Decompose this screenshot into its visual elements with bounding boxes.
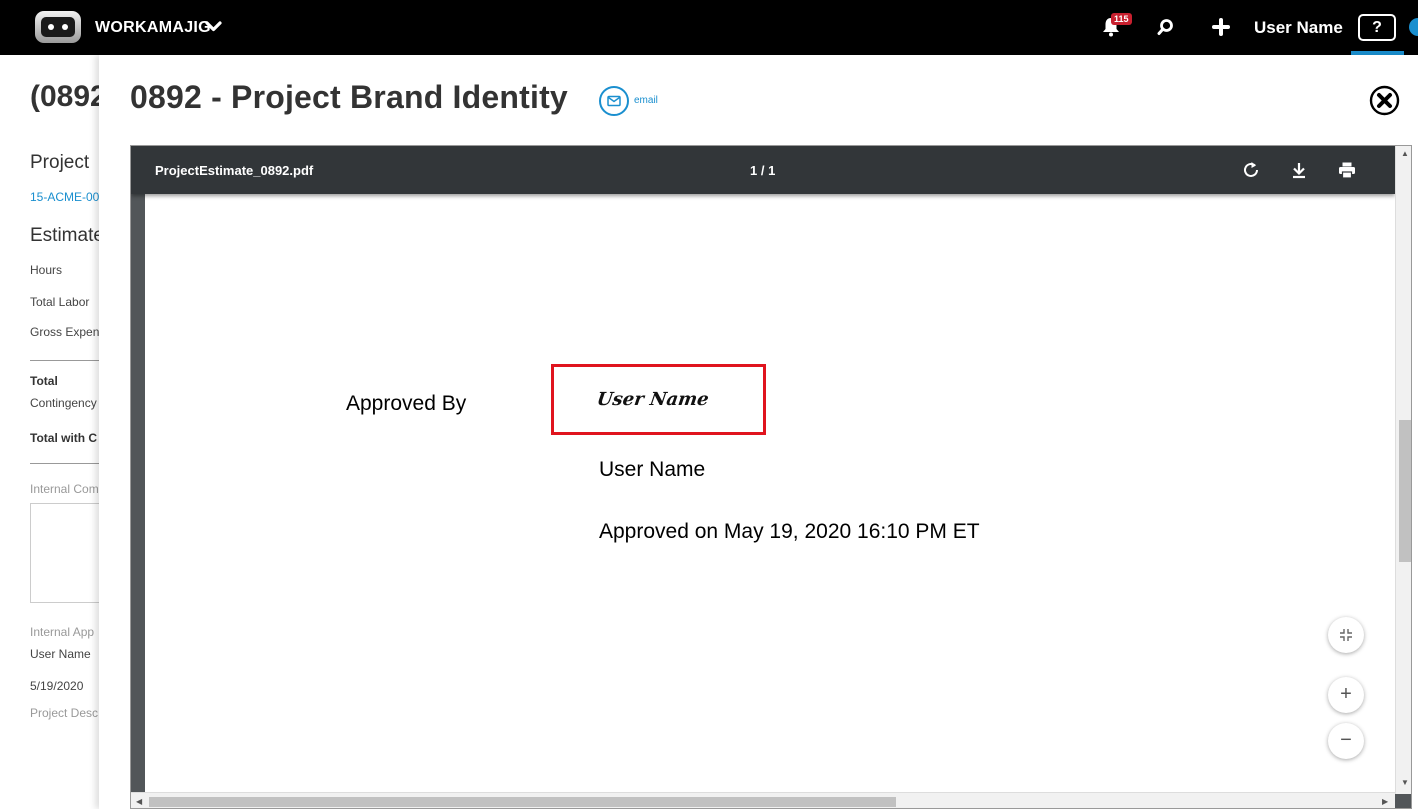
divider: [30, 463, 110, 464]
pdf-page-indicator: 1 / 1: [750, 163, 776, 178]
background-page-title: (0892: [30, 80, 107, 113]
zoom-out-button[interactable]: −: [1328, 723, 1364, 759]
vertical-scrollbar-thumb[interactable]: [1399, 420, 1411, 562]
total-with-contingency-label: Total with C: [30, 431, 98, 445]
user-menu[interactable]: User Name: [1254, 18, 1343, 38]
email-button[interactable]: [599, 86, 629, 116]
total-label: Total: [30, 374, 58, 388]
panel-title: 0892 - Project Brand Identity: [130, 79, 568, 115]
add-icon[interactable]: [1212, 18, 1230, 36]
contingency-label: Contingency: [30, 396, 97, 410]
divider: [30, 360, 110, 361]
pdf-viewer: Approved By User Name User Name Approved…: [130, 145, 1412, 809]
horizontal-scrollbar[interactable]: ◀ ▶: [131, 792, 1395, 808]
search-icon[interactable]: [1157, 18, 1175, 36]
chevron-down-icon[interactable]: [205, 18, 222, 35]
project-number-link[interactable]: 15-ACME-001: [30, 190, 106, 204]
approver-name: User Name: [599, 458, 706, 481]
pdf-page: Approved By User Name User Name Approved…: [145, 194, 1395, 794]
fit-to-page-button[interactable]: [1328, 617, 1364, 653]
app-menu-button[interactable]: WORKAMAJIG: [95, 19, 211, 37]
rotate-icon[interactable]: [1241, 160, 1261, 180]
scroll-left-arrow-icon[interactable]: ◀: [136, 797, 142, 806]
estimate-heading: Estimate: [30, 225, 104, 246]
internal-approved-date: 5/19/2020: [30, 679, 84, 693]
horizontal-scrollbar-thumb[interactable]: [149, 797, 896, 807]
vertical-scrollbar[interactable]: ▲ ▼: [1395, 146, 1411, 794]
total-labor-label: Total Labor: [30, 295, 90, 309]
logo-eye-left: [48, 24, 54, 30]
workamajig-logo[interactable]: [35, 11, 81, 43]
status-indicator-icon[interactable]: [1409, 18, 1418, 36]
notification-count-badge: 115: [1111, 13, 1132, 25]
email-label[interactable]: email: [634, 95, 658, 106]
print-icon[interactable]: [1337, 160, 1357, 180]
internal-approver-label: Internal App: [30, 625, 95, 639]
scroll-up-arrow-icon[interactable]: ▲: [1401, 149, 1409, 158]
scroll-down-arrow-icon[interactable]: ▼: [1401, 778, 1409, 787]
hours-label: Hours: [30, 263, 63, 277]
pdf-file-name: ProjectEstimate_0892.pdf: [155, 163, 314, 178]
top-navigation-bar: WORKAMAJIG 115 User Name ?: [0, 0, 1418, 55]
signature: User Name: [595, 389, 711, 410]
internal-comments-textarea[interactable]: [30, 503, 110, 603]
approval-timestamp: Approved on May 19, 2020 16:10 PM ET: [599, 520, 980, 543]
pdf-toolbar: ProjectEstimate_0892.pdf 1 / 1: [131, 146, 1395, 194]
help-button[interactable]: ?: [1358, 14, 1396, 41]
internal-comments-label: Internal Com: [30, 482, 99, 496]
envelope-icon: [607, 95, 621, 107]
logo-eye-right: [62, 24, 68, 30]
zoom-in-button[interactable]: +: [1328, 677, 1364, 713]
download-icon[interactable]: [1289, 160, 1309, 180]
internal-approver-name: User Name: [30, 647, 91, 661]
scroll-right-arrow-icon[interactable]: ▶: [1382, 797, 1388, 806]
approved-by-label: Approved By: [346, 392, 467, 415]
logo-face: [41, 17, 75, 37]
project-heading: Project: [30, 152, 90, 173]
project-description-label: Project Desc: [30, 706, 99, 720]
close-icon[interactable]: [1369, 85, 1400, 116]
collapse-icon: [1340, 629, 1352, 641]
gross-expense-label: Gross Expen: [30, 325, 100, 339]
